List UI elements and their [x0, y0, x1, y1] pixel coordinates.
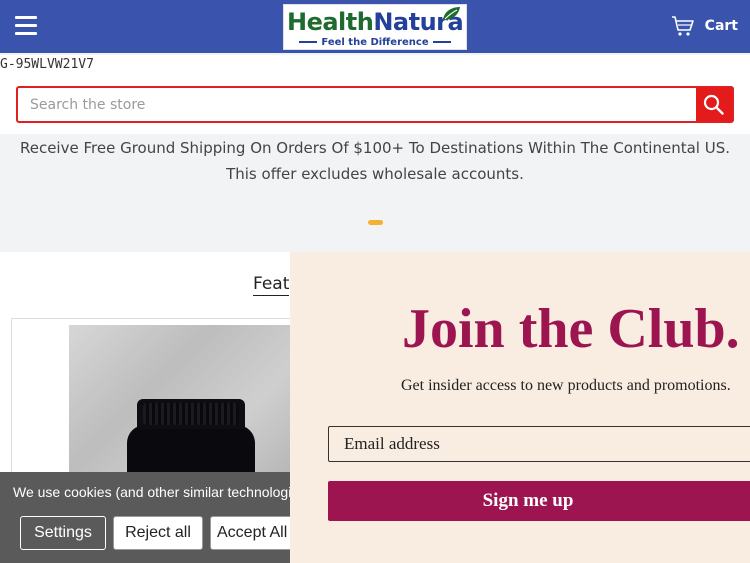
cookie-banner: We use cookies (and other similar techno… — [0, 472, 319, 563]
search-box — [16, 86, 734, 123]
shipping-notice: Receive Free Ground Shipping On Orders O… — [19, 139, 730, 183]
sign-up-button[interactable]: Sign me up — [328, 481, 750, 521]
modal-title: Join the Club. — [402, 298, 740, 360]
cart-icon — [671, 16, 694, 36]
tracking-id-text: G-95WLVW21V7 — [0, 55, 750, 74]
cookie-settings-button[interactable]: Settings — [20, 516, 106, 550]
email-field-box — [328, 426, 750, 462]
featured-heading[interactable]: Feat — [253, 273, 290, 296]
email-field[interactable] — [329, 427, 750, 461]
search-input[interactable] — [18, 88, 698, 121]
search-bar — [0, 74, 750, 134]
logo-tagline: Feel the Difference — [284, 37, 466, 49]
cookie-reject-button[interactable]: Reject all — [113, 516, 203, 550]
carousel-dot[interactable] — [368, 220, 383, 225]
cookie-text: We use cookies (and other similar techno… — [13, 484, 319, 500]
menu-icon[interactable] — [15, 16, 37, 36]
logo-word-health: Health — [287, 8, 374, 36]
site-header: HealthNatura Feel the Difference Cart — [0, 0, 750, 53]
product-jar-lid — [137, 399, 245, 429]
search-button[interactable] — [696, 88, 732, 121]
newsletter-modal: Join the Club. Get insider access to new… — [290, 252, 750, 563]
cart-button[interactable]: Cart — [671, 14, 738, 38]
modal-subtitle: Get insider access to new products and p… — [401, 377, 731, 394]
cart-label: Cart — [704, 18, 738, 34]
leaf-icon — [443, 7, 460, 20]
site-logo[interactable]: HealthNatura Feel the Difference — [283, 4, 467, 50]
search-icon — [703, 94, 724, 115]
